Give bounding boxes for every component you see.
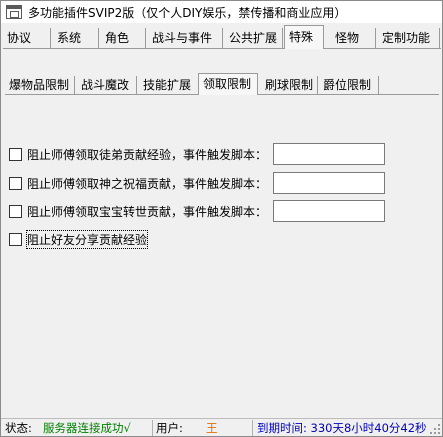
option-row-friend-share[interactable]: 阻止好友分享贡献经验 [9,229,149,249]
status-label: 状态: [5,421,32,435]
title-bar[interactable]: 多功能插件SVIP2版（仅个人DIY娱乐，禁传播和商业应用） [1,1,442,23]
tab-public-extensions[interactable]: 公共扩展 [225,28,283,48]
window-title: 多功能插件SVIP2版（仅个人DIY娱乐，禁传播和商业应用） [28,6,347,20]
tab-role[interactable]: 角色 [101,28,146,48]
script-input-pet-rebirth[interactable] [273,200,385,222]
sub-tab-bar: 爆物品限制 战斗魔改 技能扩展 领取限制 刷球限制 爵位限制 [5,73,439,96]
option-row-divine-blessing[interactable]: 阻止师傅领取神之祝福贡献，事件触发脚本： [9,175,267,191]
status-divider [252,420,253,436]
script-input-apprentice-exp[interactable] [273,143,385,165]
main-tab-divider [3,48,441,49]
app-window-icon [6,5,22,19]
tab-system[interactable]: 系统 [53,28,99,48]
checkbox-block-friend-share[interactable] [9,232,22,246]
checkbox-block-divine-blessing[interactable] [9,176,22,190]
status-value: 服务器连接成功√ [43,421,131,435]
option-label: 阻止好友分享贡献经验 [25,229,149,249]
option-label: 阻止师傅领取徒弟贡献经验，事件触发脚本： [27,147,268,162]
app-window: 多功能插件SVIP2版（仅个人DIY娱乐，禁传播和商业应用） 协议 系统 角色 … [0,0,443,437]
subtab-battle-mod[interactable]: 战斗魔改 [77,76,137,94]
option-row-pet-rebirth[interactable]: 阻止师傅领取宝宝转世贡献，事件触发脚本： [9,203,267,219]
tab-battle-events[interactable]: 战斗与事件 [148,28,223,48]
tab-protocol[interactable]: 协议 [3,28,51,48]
main-tab-bar: 协议 系统 角色 战斗与事件 公共扩展 特殊 怪物 定制功能 [3,25,441,50]
tab-custom-features[interactable]: 定制功能 [378,28,440,48]
checkbox-block-pet-rebirth[interactable] [9,204,22,218]
subtab-skill-extension[interactable]: 技能扩展 [139,76,199,94]
subtab-drop-limit[interactable]: 爆物品限制 [5,76,75,94]
user-label: 用户: [156,421,183,435]
tab-monsters[interactable]: 怪物 [331,28,376,48]
user-value: 王 [206,421,218,435]
option-label: 阻止师傅领取神之祝福贡献，事件触发脚本： [27,176,268,191]
option-row-apprentice-exp[interactable]: 阻止师傅领取徒弟贡献经验，事件触发脚本： [9,146,267,162]
expire-time: 到期时间: 330天8小时40分42秒 [257,421,427,435]
status-bar: 状态: 服务器连接成功√ 用户: 王 到期时间: 330天8小时40分42秒 [1,418,442,436]
option-label: 阻止师傅领取宝宝转世贡献，事件触发脚本： [27,204,268,219]
subtab-claim-limit[interactable]: 领取限制 [198,73,258,95]
resize-grip-icon[interactable] [429,423,440,434]
tab-special[interactable]: 特殊 [284,25,324,49]
status-divider [152,420,153,436]
checkbox-block-apprentice-exp[interactable] [9,147,22,161]
subtab-orb-limit[interactable]: 刷球限制 [261,76,318,94]
script-input-divine-blessing[interactable] [273,172,385,194]
subtab-rank-limit[interactable]: 爵位限制 [319,76,379,94]
